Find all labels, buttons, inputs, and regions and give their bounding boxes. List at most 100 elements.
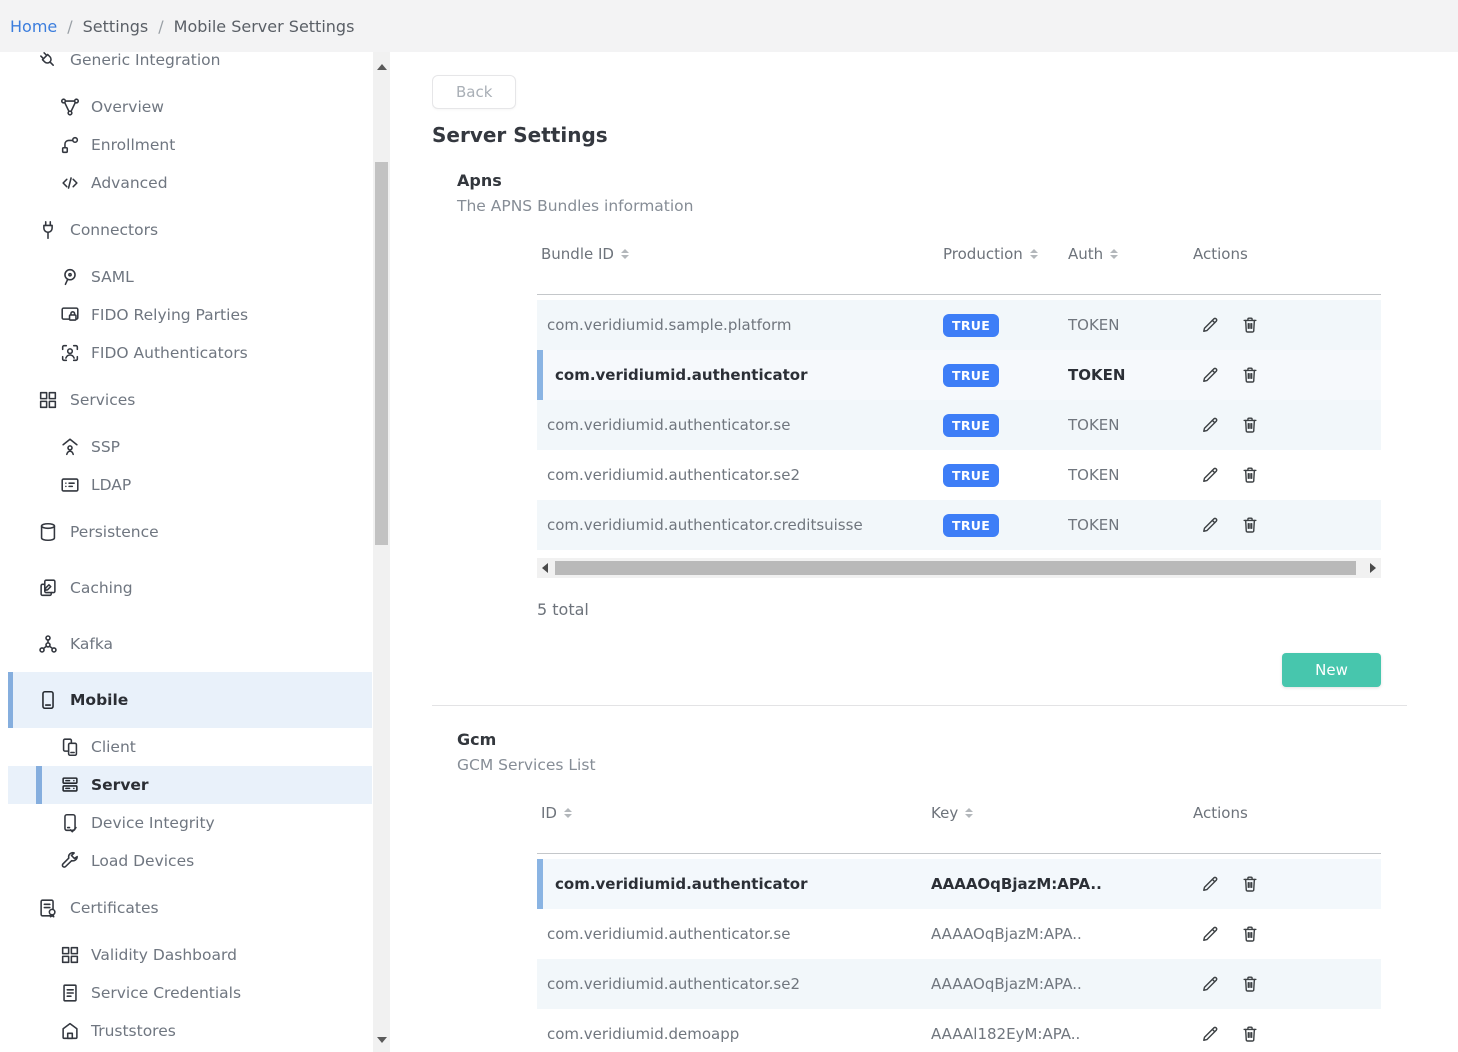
apns-table-row[interactable]: com.veridiumid.sample.platformTRUETOKEN: [537, 300, 1381, 350]
sidebar-item-persistence[interactable]: Persistence: [8, 504, 372, 560]
sidebar-item-enrollment[interactable]: Enrollment: [8, 126, 372, 164]
column-header-auth[interactable]: Auth: [1068, 245, 1193, 263]
back-button[interactable]: Back: [432, 75, 516, 109]
breadcrumb: Home / Settings / Mobile Server Settings: [0, 0, 1458, 52]
gcm-id-cell: com.veridiumid.demoapp: [537, 1025, 931, 1043]
sidebar-item-saml[interactable]: SAML: [8, 258, 372, 296]
delete-button[interactable]: [1237, 512, 1263, 538]
apns-table-row[interactable]: com.veridiumid.authenticator.se2TRUETOKE…: [537, 450, 1381, 500]
section-divider: [432, 705, 1407, 706]
delete-button[interactable]: [1237, 971, 1263, 997]
edit-button[interactable]: [1197, 412, 1223, 438]
sidebar-item-truststores[interactable]: Truststores: [8, 1012, 372, 1050]
edit-button[interactable]: [1197, 312, 1223, 338]
sidebar-item-label: Client: [91, 738, 136, 756]
sidebar-item-overview[interactable]: Overview: [8, 88, 372, 126]
breadcrumb-separator: /: [158, 17, 163, 36]
sidebar-item-generic-integration[interactable]: Generic Integration: [8, 52, 372, 88]
breadcrumb-settings[interactable]: Settings: [83, 17, 149, 36]
pencil-icon: [1200, 323, 1220, 338]
production-badge: TRUE: [943, 314, 999, 337]
scroll-left-arrow-icon[interactable]: [537, 558, 553, 578]
edit-button[interactable]: [1197, 362, 1223, 388]
column-header-id[interactable]: ID: [537, 804, 931, 822]
sort-icon: [621, 249, 629, 259]
scroll-right-arrow-icon[interactable]: [1365, 558, 1381, 578]
sidebar-item-ssp[interactable]: SSP: [8, 428, 372, 466]
edit-button[interactable]: [1197, 1021, 1223, 1047]
edit-button[interactable]: [1197, 971, 1223, 997]
edit-button[interactable]: [1197, 462, 1223, 488]
sidebar-item-services[interactable]: Services: [8, 372, 372, 428]
column-header-bundle-id[interactable]: Bundle ID: [537, 245, 943, 263]
apns-table: Bundle IDProductionAuthActions com.verid…: [537, 233, 1381, 578]
sidebar-scrollbar-thumb[interactable]: [375, 162, 388, 545]
sidebar-item-mobile[interactable]: Mobile: [8, 672, 372, 728]
sidebar-item-ldap[interactable]: LDAP: [8, 466, 372, 504]
apns-table-row[interactable]: com.veridiumid.authenticator.seTRUETOKEN: [537, 400, 1381, 450]
bundle-id-cell: com.veridiumid.authenticator.se2: [537, 466, 943, 484]
row-actions: [1193, 871, 1381, 897]
delete-button[interactable]: [1237, 871, 1263, 897]
breadcrumb-home-link[interactable]: Home: [10, 17, 57, 36]
delete-button[interactable]: [1237, 462, 1263, 488]
production-badge: TRUE: [943, 514, 999, 537]
gcm-key-cell: AAAAOqBjazM:APA..: [931, 925, 1193, 943]
scroll-down-arrow-icon[interactable]: [373, 1031, 390, 1048]
delete-button[interactable]: [1237, 362, 1263, 388]
sidebar-item-fido-relying-parties[interactable]: FIDO Relying Parties: [8, 296, 372, 334]
apns-horizontal-scrollbar[interactable]: [537, 558, 1381, 578]
sidebar-item-device-integrity[interactable]: Device Integrity: [8, 804, 372, 842]
sidebar-item-client[interactable]: Client: [8, 728, 372, 766]
sidebar-item-service-credentials[interactable]: Service Credentials: [8, 974, 372, 1012]
sidebar-item-caching[interactable]: Caching: [8, 560, 372, 616]
apns-table-row[interactable]: com.veridiumid.authenticator.creditsuiss…: [537, 500, 1381, 550]
delete-button[interactable]: [1237, 1021, 1263, 1047]
node-tree-icon: [36, 632, 60, 656]
column-header-production[interactable]: Production: [943, 245, 1068, 263]
row-actions: [1193, 921, 1381, 947]
sidebar-item-label: Load Devices: [91, 852, 194, 870]
gcm-table-row[interactable]: com.veridiumid.authenticator.se2AAAAOqBj…: [537, 959, 1381, 1009]
pencil-icon: [1200, 982, 1220, 997]
plug-tilted-icon: [36, 52, 60, 72]
column-header-label: Actions: [1193, 804, 1248, 822]
horizontal-scrollbar-thumb[interactable]: [555, 561, 1356, 575]
gcm-table-row[interactable]: com.veridiumid.authenticator.seAAAAOqBja…: [537, 909, 1381, 959]
sidebar-item-validity-dashboard[interactable]: Validity Dashboard: [8, 936, 372, 974]
delete-button[interactable]: [1237, 412, 1263, 438]
sidebar-item-label: Enrollment: [91, 136, 175, 154]
edit-button[interactable]: [1197, 921, 1223, 947]
edit-button[interactable]: [1197, 871, 1223, 897]
gcm-section: Gcm GCM Services List IDKeyActions com.v…: [432, 730, 1458, 1052]
delete-button[interactable]: [1237, 312, 1263, 338]
scroll-up-arrow-icon[interactable]: [373, 58, 390, 75]
new-button[interactable]: New: [1282, 653, 1381, 687]
pencil-icon: [1200, 373, 1220, 388]
gcm-table-row[interactable]: com.veridiumid.demoappAAAAl182EyM:APA..: [537, 1009, 1381, 1052]
trash-icon: [1240, 1032, 1260, 1047]
apns-table-row[interactable]: com.veridiumid.authenticatorTRUETOKEN: [537, 350, 1381, 400]
gcm-title: Gcm: [457, 730, 1458, 749]
sidebar-item-kafka[interactable]: Kafka: [8, 616, 372, 672]
sort-icon: [564, 808, 572, 818]
gcm-table-row[interactable]: com.veridiumid.authenticatorAAAAOqBjazM:…: [537, 859, 1381, 909]
sidebar-item-certificates[interactable]: Certificates: [8, 880, 372, 936]
apns-total-count: 5 total: [537, 600, 1458, 619]
sidebar-item-server[interactable]: Server: [8, 766, 372, 804]
column-header-label: Key: [931, 804, 958, 822]
bundle-id-cell: com.veridiumid.authenticator.creditsuiss…: [537, 516, 943, 534]
sidebar-item-advanced[interactable]: Advanced: [8, 164, 372, 202]
vault-icon: [58, 1019, 82, 1043]
gcm-id-cell: com.veridiumid.authenticator: [537, 875, 931, 893]
certificate-icon: [36, 896, 60, 920]
delete-button[interactable]: [1237, 921, 1263, 947]
edit-button[interactable]: [1197, 512, 1223, 538]
sidebar-scrollbar[interactable]: [373, 52, 390, 1052]
sidebar-item-fido-authenticators[interactable]: FIDO Authenticators: [8, 334, 372, 372]
key-icon: [58, 265, 82, 289]
column-header-key[interactable]: Key: [931, 804, 1193, 822]
breadcrumb-separator: /: [67, 17, 72, 36]
sidebar-item-load-devices[interactable]: Load Devices: [8, 842, 372, 880]
sidebar-item-connectors[interactable]: Connectors: [8, 202, 372, 258]
